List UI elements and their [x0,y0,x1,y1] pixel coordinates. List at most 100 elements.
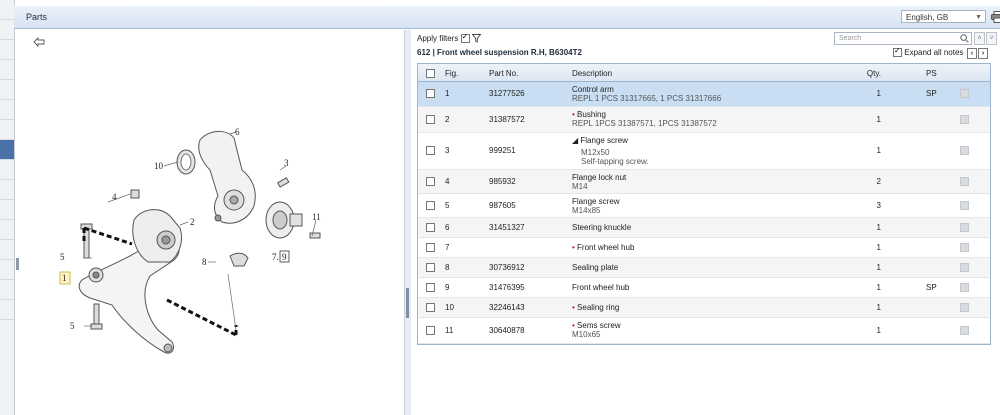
col-part-no[interactable]: Part No. [489,69,518,78]
search-up-button[interactable]: ˄ [974,32,985,45]
left-nav-item[interactable] [0,200,14,220]
col-qty[interactable]: Qty. [866,69,881,78]
row-checkbox[interactable] [426,283,435,293]
table-row[interactable]: 10 32246143 • Sealing ring 1 [418,298,990,318]
row-checkbox[interactable] [426,201,435,211]
left-nav-item[interactable] [0,120,14,140]
add-to-cart-icon[interactable] [960,326,969,335]
language-select[interactable]: English, GB ▼ [901,10,986,23]
splitter-grip[interactable] [406,288,409,318]
left-nav-item[interactable] [0,280,14,300]
row-part-no[interactable]: 30640878 [489,326,525,335]
row-checkbox[interactable] [426,326,435,336]
parts-table: Fig. Part No. Description Qty. PS 1 31277… [417,63,991,345]
col-fig[interactable]: Fig. [445,69,458,78]
row-checkbox[interactable] [426,263,435,273]
diagram-label-6[interactable]: 6 [235,127,240,137]
col-description[interactable]: Description [572,69,612,78]
row-checkbox[interactable] [426,243,435,253]
diagram-label-3[interactable]: 3 [284,158,289,168]
row-part-no[interactable]: 985932 [489,177,516,186]
table-row[interactable]: 6 31451327 Steering knuckle 1 [418,218,990,238]
next-button[interactable]: › [978,48,988,59]
row-qty: 1 [876,89,881,98]
row-description: Steering knuckle [572,223,631,232]
diagram-label-7[interactable]: 7. [272,252,279,262]
left-nav-item[interactable] [0,20,14,40]
diagram-label-10[interactable]: 10 [154,161,164,171]
left-nav-item[interactable] [0,160,14,180]
apply-filters-label: Apply filters [417,34,459,43]
table-row[interactable]: 4 985932 Flange lock nut M14 2 [418,170,990,194]
table-row[interactable]: 9 31476395 Front wheel hub 1 SP [418,278,990,298]
row-checkbox[interactable] [426,223,435,233]
row-checkbox[interactable] [426,303,435,313]
table-row[interactable]: 5 987605 Flange screw M14x85 3 [418,194,990,218]
left-nav-item-selected[interactable] [0,140,14,160]
left-nav-item[interactable] [0,80,14,100]
table-row[interactable]: 3 999251 ◢ Flange screw M12x50 Self-tapping … [418,133,990,170]
search-input[interactable]: Search [834,32,972,45]
add-to-cart-icon[interactable] [960,89,969,98]
add-to-cart-icon[interactable] [960,223,969,232]
add-to-cart-icon[interactable] [960,115,969,124]
left-nav-item[interactable] [0,100,14,120]
row-checkbox[interactable] [426,146,435,156]
select-all-checkbox[interactable] [426,69,435,79]
diagram-label-9[interactable]: 9 [282,252,287,262]
row-part-no[interactable]: 999251 [489,146,516,155]
apply-filters-checkbox[interactable] [460,32,470,44]
search-icon[interactable] [960,34,969,43]
row-part-no[interactable]: 32246143 [489,303,525,312]
row-part-no[interactable]: 30736912 [489,263,525,272]
left-nav-item[interactable] [0,260,14,280]
left-collapse-handle[interactable] [16,258,19,270]
add-to-cart-icon[interactable] [960,283,969,292]
diagram-label-4[interactable]: 4 [112,192,117,202]
left-nav-item[interactable] [0,60,14,80]
prev-button[interactable]: ‹ [967,48,977,59]
left-nav-item[interactable] [0,300,14,320]
row-checkbox[interactable] [426,177,435,187]
add-to-cart-icon[interactable] [960,303,969,312]
diagram-label-11[interactable]: 11 [312,212,321,222]
row-part-no[interactable]: 31277526 [489,89,525,98]
filter-icon[interactable] [471,34,481,44]
add-to-cart-icon[interactable] [960,146,969,155]
left-nav-item[interactable] [0,40,14,60]
printer-icon[interactable] [991,11,1000,23]
table-row[interactable]: 8 30736912 Sealing plate 1 [418,258,990,278]
expand-all-checkbox[interactable] [893,46,902,58]
add-to-cart-icon[interactable] [960,243,969,252]
row-part-no[interactable]: 987605 [489,201,516,210]
table-row[interactable]: 7 • Front wheel hub 1 [418,238,990,258]
row-checkbox[interactable] [426,115,435,125]
add-to-cart-icon[interactable] [960,263,969,272]
left-nav-item[interactable] [0,180,14,200]
table-row[interactable]: 11 30640878 • Sems screw M10x65 1 [418,318,990,344]
back-arrow-icon[interactable] [33,37,45,47]
diagram-label-5b[interactable]: 5 [70,321,75,331]
table-row[interactable]: 2 31387572 • Bushing REPL 1PCS 31387571, 1P… [418,107,990,133]
row-description: Control arm [572,85,614,94]
row-note: M14 [572,182,588,191]
add-to-cart-icon[interactable] [960,177,969,186]
diagram-label-2[interactable]: 2 [190,217,195,227]
row-checkbox[interactable] [426,89,435,99]
left-nav-item[interactable] [0,0,14,20]
col-ps[interactable]: PS [926,69,937,78]
row-qty: 1 [876,146,881,155]
wheel-hub-shape [265,201,303,239]
diagram-label-5a[interactable]: 5 [60,252,65,262]
diagram-label-8[interactable]: 8 [202,257,207,267]
row-description-text: Front wheel hub [572,283,630,292]
row-part-no[interactable]: 31451327 [489,223,525,232]
row-part-no[interactable]: 31476395 [489,283,525,292]
left-nav-item[interactable] [0,220,14,240]
row-part-no[interactable]: 31387572 [489,115,525,124]
add-to-cart-icon[interactable] [960,201,969,210]
search-down-button[interactable]: ˅ [986,32,997,45]
left-nav-item[interactable] [0,240,14,260]
table-row[interactable]: 1 31277526 Control arm REPL 1 PCS 31317665,… [418,82,990,107]
diagram-label-1[interactable]: 1 [62,273,67,283]
